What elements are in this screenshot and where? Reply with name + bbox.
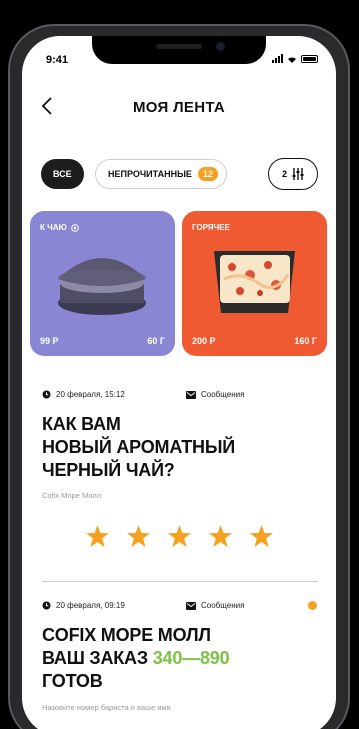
post-title-line: КАК ВАМ — [42, 414, 121, 434]
product-weight: 160 Г — [294, 336, 317, 346]
post-type: Сообщения — [186, 390, 244, 399]
status-icons — [272, 54, 318, 63]
product-category: К ЧАЮ — [40, 223, 79, 232]
post-date-text: 20 февраля, 15:12 — [56, 390, 125, 399]
product-card-tea[interactable]: К ЧАЮ 99 Р 60 Г — [30, 211, 175, 356]
clock-icon — [42, 601, 51, 610]
post-title-line: ВАШ ЗАКАЗ 340—890 — [42, 647, 230, 670]
product-card-hot[interactable]: ГОРЯЧЕЕ 200 Р 160 Г — [182, 211, 327, 356]
post-title[interactable]: КАК ВАМ НОВЫЙ АРОМАТНЫЙ ЧЕРНЫЙ ЧАЙ? — [42, 413, 235, 482]
wifi-icon — [288, 56, 296, 63]
post-subtitle: Назовите номер бариста и ваше имя — [42, 703, 171, 712]
order-ready-title[interactable]: COFIX МОРЕ МОЛЛ ВАШ ЗАКАЗ 340—890 ГОТОВ — [42, 624, 230, 693]
macaron-image — [58, 258, 146, 315]
filter-chip-unread[interactable]: НЕПРОЧИТАННЫЕ 12 — [95, 159, 227, 189]
star-icon[interactable] — [209, 525, 232, 547]
star-icon[interactable] — [250, 525, 273, 547]
post-title-line: ЧЕРНЫЙ ЧАЙ? — [42, 460, 175, 480]
star-icon[interactable] — [168, 525, 191, 547]
notch — [92, 36, 266, 64]
post-type-text: Сообщения — [201, 601, 245, 610]
product-category-label: К ЧАЮ — [40, 223, 67, 232]
product-price: 99 Р — [40, 336, 59, 346]
signal-icon — [272, 54, 283, 63]
order-prefix: ВАШ ЗАКАЗ — [42, 648, 153, 668]
info-icon — [70, 223, 79, 232]
message-icon — [186, 601, 196, 610]
unread-dot — [308, 601, 317, 610]
post-title-line: COFIX МОРЕ МОЛЛ — [42, 625, 211, 645]
hot-dish-image — [214, 251, 295, 313]
post-title-line: НОВЫЙ АРОМАТНЫЙ — [42, 437, 235, 457]
page-title: МОЯ ЛЕНТА — [132, 99, 226, 116]
app-screen: 9:41 МОЯ ЛЕНТА ВСЕ НЕПРОЧИТАННЫЕ 12 2 К … — [22, 36, 336, 729]
post-type-text: Сообщения — [201, 390, 245, 399]
post-date: 20 февраля, 09:19 — [42, 601, 125, 610]
unread-count-badge: 12 — [197, 167, 218, 181]
post-title-line: ГОТОВ — [42, 671, 103, 691]
filter-chip-all-label: ВСЕ — [53, 169, 72, 179]
product-category-label: ГОРЯЧЕЕ — [192, 223, 230, 232]
product-weight: 60 Г — [147, 336, 165, 346]
sliders-icon — [292, 168, 304, 180]
filter-count: 2 — [281, 169, 287, 179]
order-number: 340—890 — [152, 648, 230, 668]
message-icon — [186, 390, 196, 399]
filter-chip-all[interactable]: ВСЕ — [41, 159, 84, 189]
star-icon[interactable] — [86, 525, 109, 547]
post-type: Сообщения — [186, 601, 244, 610]
post-date: 20 февраля, 15:12 — [42, 390, 125, 399]
status-time: 9:41 — [46, 54, 69, 66]
clock-icon — [42, 390, 51, 399]
battery-icon — [301, 54, 318, 63]
filter-settings-button[interactable]: 2 — [268, 158, 318, 190]
post-date-text: 20 февраля, 09:19 — [56, 601, 125, 610]
star-icon[interactable] — [127, 525, 150, 547]
divider — [42, 581, 318, 582]
filter-chip-unread-label: НЕПРОЧИТАННЫЕ — [108, 169, 192, 179]
product-price: 200 Р — [192, 336, 216, 346]
rating-stars[interactable] — [86, 525, 273, 547]
product-category: ГОРЯЧЕЕ — [192, 223, 230, 232]
post-source: Cofix Mope Молл — [42, 491, 102, 500]
